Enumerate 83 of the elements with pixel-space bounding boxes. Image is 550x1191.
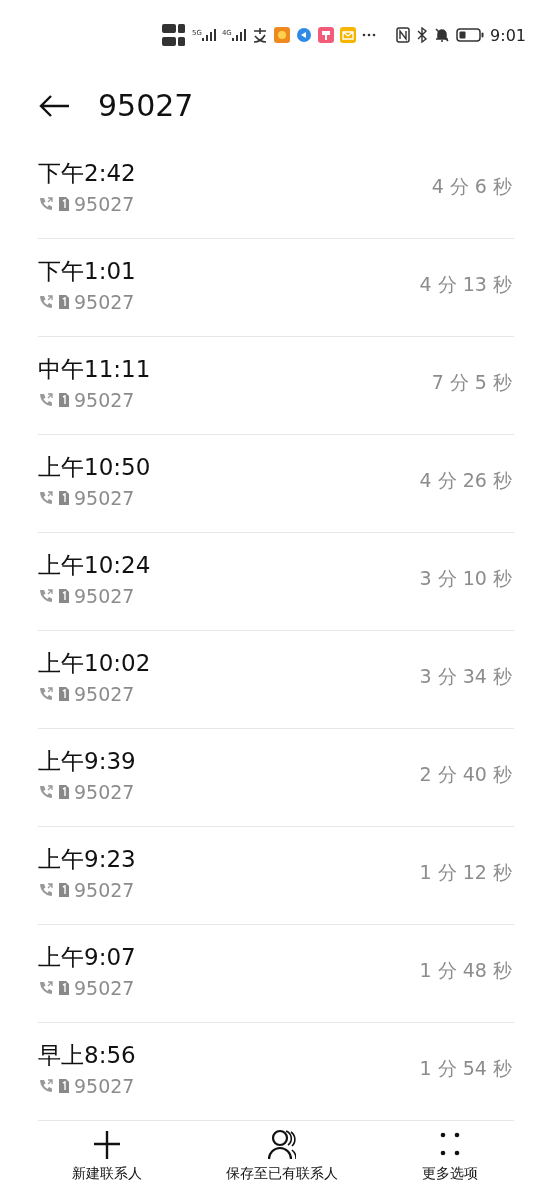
- sim-card-icon: [58, 784, 70, 800]
- call-time: 上午9:23: [38, 845, 136, 874]
- back-button[interactable]: [38, 93, 70, 118]
- outgoing-call-icon: [38, 882, 54, 898]
- outgoing-call-icon: [38, 294, 54, 310]
- call-time: 上午10:02: [38, 649, 151, 678]
- phone-number: 95027: [74, 487, 135, 509]
- outgoing-call-icon: [38, 490, 54, 506]
- clock: 9:01: [490, 25, 526, 45]
- action-button[interactable]: 新建联系人: [72, 1129, 142, 1183]
- call-duration: 1 分 12 秒: [419, 859, 513, 885]
- call-log-row[interactable]: 上午9:07 95027 1 分 48 秒: [38, 925, 514, 1023]
- sim-card-icon: [58, 588, 70, 604]
- phone-number: 95027: [74, 879, 135, 901]
- hd-sim-icon: [162, 37, 186, 46]
- outgoing-call-icon: [38, 196, 54, 212]
- call-duration: 4 分 26 秒: [419, 467, 513, 493]
- sim-card-icon: [58, 196, 70, 212]
- plus-icon: [93, 1129, 121, 1161]
- call-time: 上午10:50: [38, 453, 151, 482]
- call-log-row[interactable]: 早上8:56 95027 1 分 54 秒: [38, 1023, 514, 1121]
- sim-card-icon: [58, 1078, 70, 1094]
- call-time: 上午9:39: [38, 747, 136, 776]
- phone-number: 95027: [74, 781, 135, 803]
- call-duration: 3 分 10 秒: [419, 565, 513, 591]
- call-log-row[interactable]: 上午10:02 95027 3 分 34 秒: [38, 631, 514, 729]
- call-log-row[interactable]: 上午9:23 95027 1 分 12 秒: [38, 827, 514, 925]
- bluetooth-icon: [416, 27, 429, 43]
- signal-icon: [201, 29, 216, 41]
- sim-card-icon: [58, 686, 70, 702]
- mail-icon: [339, 27, 356, 43]
- outgoing-call-icon: [38, 392, 54, 408]
- call-duration: 2 分 40 秒: [419, 761, 513, 787]
- call-log-row[interactable]: 下午1:01 95027 4 分 13 秒: [38, 239, 514, 337]
- phone-number: 95027: [74, 1075, 135, 1097]
- app-icon: [295, 27, 312, 43]
- app-icon: [317, 27, 334, 43]
- call-duration: 7 分 5 秒: [431, 369, 513, 395]
- call-log-row[interactable]: 上午9:39 95027 2 分 40 秒: [38, 729, 514, 827]
- call-duration: 4 分 6 秒: [431, 173, 513, 199]
- call-time: 早上8:56: [38, 1041, 136, 1070]
- outgoing-call-icon: [38, 588, 54, 604]
- call-log-row[interactable]: 上午10:24 95027 3 分 10 秒: [38, 533, 514, 631]
- sim-card-icon: [58, 392, 70, 408]
- phone-number: 95027: [74, 389, 135, 411]
- phone-number: 95027: [74, 193, 135, 215]
- sim-card-icon: [58, 980, 70, 996]
- outgoing-call-icon: [38, 784, 54, 800]
- call-time: 下午1:01: [38, 257, 136, 286]
- outgoing-call-icon: [38, 980, 54, 996]
- call-duration: 4 分 13 秒: [419, 271, 513, 297]
- signal-icon: [231, 29, 246, 41]
- page-title: 95027: [98, 88, 194, 123]
- nfc-icon: [396, 27, 411, 43]
- back-arrow-icon: [38, 93, 70, 118]
- app-icon: [251, 27, 268, 43]
- action-button[interactable]: 更多选项: [422, 1129, 478, 1183]
- call-duration: 1 分 54 秒: [419, 1055, 513, 1081]
- person-icon: [268, 1129, 296, 1161]
- sim-card-icon: [58, 294, 70, 310]
- call-log-row[interactable]: 中午11:11 95027 7 分 5 秒: [38, 337, 514, 435]
- app-icon: [273, 27, 290, 43]
- action-button[interactable]: 保存至已有联系人: [226, 1129, 338, 1183]
- call-time: 上午10:24: [38, 551, 151, 580]
- phone-number: 95027: [74, 291, 135, 313]
- call-time: 上午9:07: [38, 943, 136, 972]
- call-log-row[interactable]: 上午10:50 95027 4 分 26 秒: [38, 435, 514, 533]
- phone-number: 95027: [74, 977, 135, 999]
- more-icon: [361, 33, 376, 37]
- outgoing-call-icon: [38, 1078, 54, 1094]
- sim-card-icon: [58, 882, 70, 898]
- outgoing-call-icon: [38, 686, 54, 702]
- hd-sim-icon: [162, 24, 186, 33]
- call-log-row[interactable]: 下午2:42 95027 4 分 6 秒: [38, 141, 514, 239]
- call-time: 中午11:11: [38, 355, 151, 384]
- muted-bell-icon: [434, 27, 451, 43]
- sim-card-icon: [58, 490, 70, 506]
- battery-icon: [456, 28, 485, 42]
- call-duration: 1 分 48 秒: [419, 957, 513, 983]
- call-duration: 3 分 34 秒: [419, 663, 513, 689]
- phone-number: 95027: [74, 585, 135, 607]
- call-time: 下午2:42: [38, 159, 136, 188]
- phone-number: 95027: [74, 683, 135, 705]
